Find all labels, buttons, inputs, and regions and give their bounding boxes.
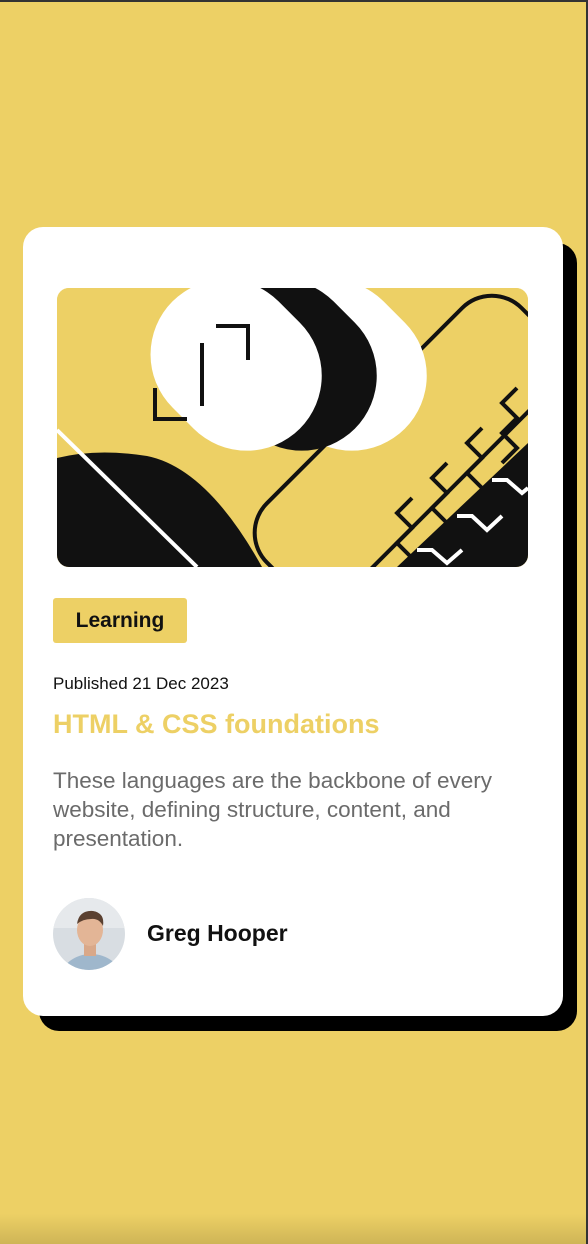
author-avatar	[53, 898, 125, 970]
window-frame-top	[0, 0, 588, 2]
hero-illustration-icon	[57, 288, 528, 567]
person-photo-icon	[53, 898, 125, 970]
category-tag[interactable]: Learning	[53, 598, 187, 643]
author-name: Greg Hooper	[147, 920, 288, 946]
card-description: These languages are the backbone of ever…	[53, 768, 493, 851]
blog-preview-card: Learning Published 21 Dec 2023 HTML & CS…	[23, 227, 563, 1016]
bottom-shade	[0, 1214, 586, 1244]
card-title[interactable]: HTML & CSS foundations	[53, 709, 379, 740]
published-date: Published 21 Dec 2023	[53, 674, 229, 693]
